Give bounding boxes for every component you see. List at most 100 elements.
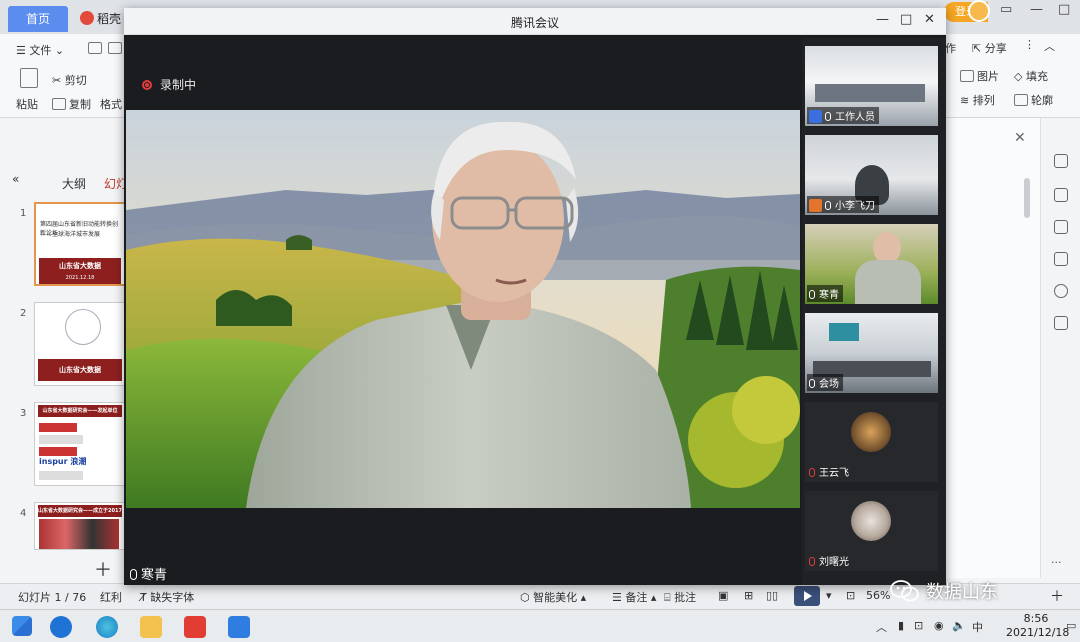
collapse-pane-icon[interactable]: «: [12, 172, 19, 186]
slide-thumbnail-3[interactable]: 山东省大数据研究会——发起单位 inspur 浪潮: [34, 402, 126, 486]
usb-icon[interactable]: ▮: [898, 619, 904, 632]
slide-thumbnail-1[interactable]: 第四届山东省新旧动能转换创新论坛 ——全球海洋城市发展 山东省大数据 2021.…: [34, 202, 126, 286]
mic-icon: [809, 379, 815, 388]
help-icon[interactable]: [1054, 284, 1068, 298]
format-painter-button[interactable]: 格式: [100, 96, 122, 112]
menu-icon: ☰: [16, 44, 30, 57]
participant-tile[interactable]: 工作人员: [805, 46, 938, 126]
windows-start-icon[interactable]: [12, 616, 32, 636]
participant-name: 会场: [819, 379, 839, 390]
save-icon[interactable]: [88, 42, 105, 55]
beautify-label: 智能美化: [533, 591, 578, 604]
theme-name[interactable]: 红利: [100, 589, 122, 605]
outline-label: 轮廓: [1031, 94, 1053, 107]
copy-button[interactable]: 复制: [52, 96, 91, 112]
collapse-ribbon-icon[interactable]: ︿: [1044, 38, 1055, 54]
participant-label: 小李飞刀: [807, 196, 879, 213]
play-options-icon[interactable]: ▾: [826, 589, 832, 602]
participant-label: 刘曙光: [807, 552, 853, 569]
fill-button[interactable]: ◇ 填充: [1014, 68, 1048, 84]
user-badge-icon: [809, 199, 822, 212]
speaker-video-frame: [126, 110, 800, 508]
layers-icon: ≋: [960, 94, 973, 107]
restore-icon[interactable]: —: [1030, 2, 1043, 17]
more-icon[interactable]: ⋮: [1024, 38, 1035, 51]
participant-tile[interactable]: 王云飞: [805, 402, 938, 482]
close-icon[interactable]: ✕: [924, 12, 935, 27]
slide-number: 3: [20, 408, 27, 419]
slide-thumbnail-2[interactable]: 山东省大数据: [34, 302, 126, 386]
network-icon[interactable]: ⊡: [914, 619, 923, 632]
participant-tile[interactable]: 寒青: [805, 224, 938, 304]
slide-count: 幻灯片 1 / 76: [18, 591, 87, 604]
close-panel-icon[interactable]: ✕: [1014, 130, 1026, 146]
ime-indicator[interactable]: 中: [972, 619, 983, 635]
outline-button[interactable]: 轮廓: [1014, 92, 1053, 108]
maximize-icon[interactable]: □: [900, 12, 912, 27]
zoom-in-icon[interactable]: ＋: [1050, 586, 1064, 606]
undo-icon[interactable]: [108, 42, 125, 55]
inspur-logo-text: inspur 浪潮: [39, 457, 87, 466]
paste-button[interactable]: 粘贴: [16, 96, 38, 112]
watermark: 数据山东: [890, 578, 998, 604]
picture-button[interactable]: 图片: [960, 68, 999, 84]
daoke-logo-icon: [80, 11, 94, 25]
participant-name: 王云飞: [819, 468, 849, 479]
share-button[interactable]: ⇱ 分享: [972, 40, 1007, 56]
missing-font-button[interactable]: T̸ 缺失字体: [140, 589, 194, 605]
slide-title-bar: 山东省大数据 2021.12.18: [39, 258, 121, 284]
comment-button[interactable]: ⌸ 批注: [664, 589, 696, 605]
main-video[interactable]: [126, 110, 800, 508]
more-tools-icon[interactable]: ···: [1051, 556, 1062, 569]
copy-icon: [52, 98, 66, 110]
slide-subtitle-2: ——全球海洋城市发展: [40, 231, 101, 238]
meeting-app-icon[interactable]: [228, 616, 250, 638]
ie-icon[interactable]: [50, 616, 72, 638]
video-content: [815, 84, 925, 102]
minimize-icon[interactable]: ▭: [1000, 2, 1012, 17]
notes-label: 备注: [625, 591, 648, 604]
tab-home[interactable]: 首页: [8, 6, 68, 32]
slide-number: 2: [20, 308, 27, 319]
add-slide-icon[interactable]: ＋: [94, 556, 112, 582]
cut-button[interactable]: ✂ 剪切: [52, 72, 87, 88]
slide-thumbnail-4[interactable]: 山东省大数据研究会——成立于2017年: [34, 502, 126, 550]
reading-view-icon[interactable]: ▯▯: [766, 589, 778, 602]
participant-tile[interactable]: 小李飞刀: [805, 135, 938, 215]
wps-icon[interactable]: [184, 616, 206, 638]
sliders-icon[interactable]: [1054, 188, 1068, 202]
volume-icon[interactable]: 🔈: [952, 619, 966, 632]
collab-button[interactable]: 作: [945, 40, 956, 56]
tab-daoke[interactable]: 稻壳: [80, 6, 128, 32]
arrange-button[interactable]: ≋ 排列: [960, 92, 995, 108]
tab-outline[interactable]: 大纲: [62, 175, 86, 192]
participant-tile[interactable]: 会场: [805, 313, 938, 393]
fit-icon[interactable]: ⊡: [846, 589, 855, 602]
notification-icon[interactable]: ▭: [1066, 619, 1076, 632]
copy-icon[interactable]: [1054, 252, 1068, 266]
participant-tile[interactable]: 刘曙光: [805, 491, 938, 571]
edge-icon[interactable]: [96, 616, 118, 638]
tray-chevron-icon[interactable]: ︿: [876, 619, 887, 635]
minimize-icon[interactable]: —: [876, 12, 889, 27]
rocket-icon[interactable]: [1054, 154, 1068, 168]
panel-scrollbar[interactable]: [1024, 178, 1030, 218]
paste-icon[interactable]: [20, 68, 41, 89]
app-tray-icon[interactable]: ◉: [934, 619, 944, 632]
normal-view-icon[interactable]: ▣: [718, 589, 728, 602]
folder-icon[interactable]: [140, 616, 162, 638]
zoom-level[interactable]: 56%: [866, 589, 890, 602]
slide-title: 山东省大数据: [38, 359, 122, 381]
grid-view-icon[interactable]: ⊞: [744, 589, 753, 602]
settings-icon[interactable]: [1054, 316, 1068, 330]
clock-date: 2021/12/18: [1006, 626, 1070, 639]
close-icon[interactable]: □: [1058, 2, 1070, 17]
clock[interactable]: 8:56 2021/12/18: [1006, 612, 1070, 640]
recording-label: 录制中: [160, 78, 197, 92]
star-icon[interactable]: [1054, 220, 1068, 234]
avatar[interactable]: [968, 0, 990, 22]
notes-button[interactable]: ☰ 备注 ▴: [612, 589, 656, 605]
play-slideshow-button[interactable]: [794, 586, 820, 606]
beautify-button[interactable]: ⬡ 智能美化 ▴: [520, 589, 586, 605]
file-menu[interactable]: ☰ 文件 ⌄: [16, 42, 64, 58]
